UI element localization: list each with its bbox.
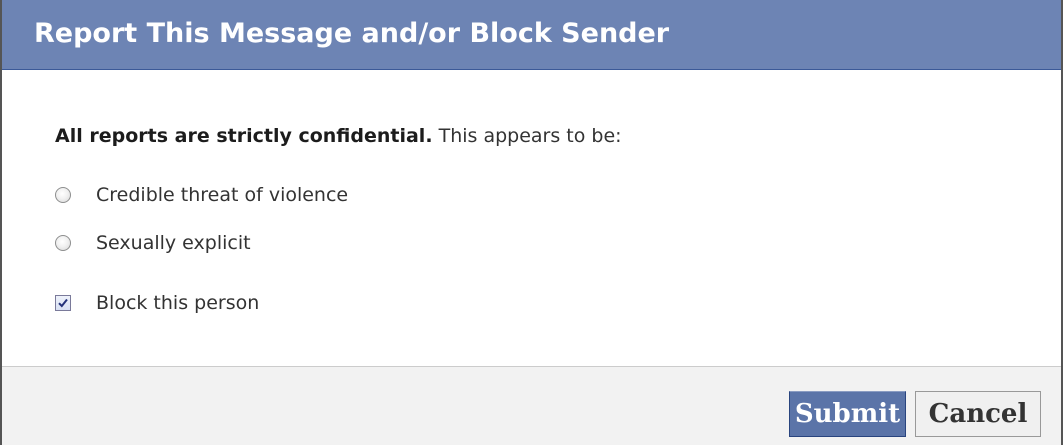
dialog-body: All reports are strictly confidential. T… [2,70,1061,366]
option-credible-threat[interactable]: Credible threat of violence [55,182,348,208]
option-label-sexually-explicit: Sexually explicit [96,232,251,254]
report-dialog: Report This Message and/or Block Sender … [0,0,1063,445]
radio-sexually-explicit[interactable] [55,235,71,251]
intro-text: All reports are strictly confidential. T… [55,125,622,147]
submit-button[interactable]: Submit [789,391,906,437]
dialog-footer: Submit Cancel [2,366,1061,445]
intro-bold-text: All reports are strictly confidential. [55,125,433,147]
dialog-titlebar: Report This Message and/or Block Sender [2,0,1061,70]
dialog-title: Report This Message and/or Block Sender [34,18,670,49]
option-sexually-explicit[interactable]: Sexually explicit [55,230,251,256]
option-block-person[interactable]: Block this person [55,290,259,316]
intro-rest-text: This appears to be: [432,125,622,147]
option-label-credible-threat: Credible threat of violence [96,184,349,206]
block-person-label: Block this person [96,292,260,314]
block-person-checkbox[interactable] [55,295,71,311]
cancel-button[interactable]: Cancel [915,391,1041,437]
radio-credible-threat[interactable] [55,187,71,203]
checkmark-icon [58,298,68,308]
